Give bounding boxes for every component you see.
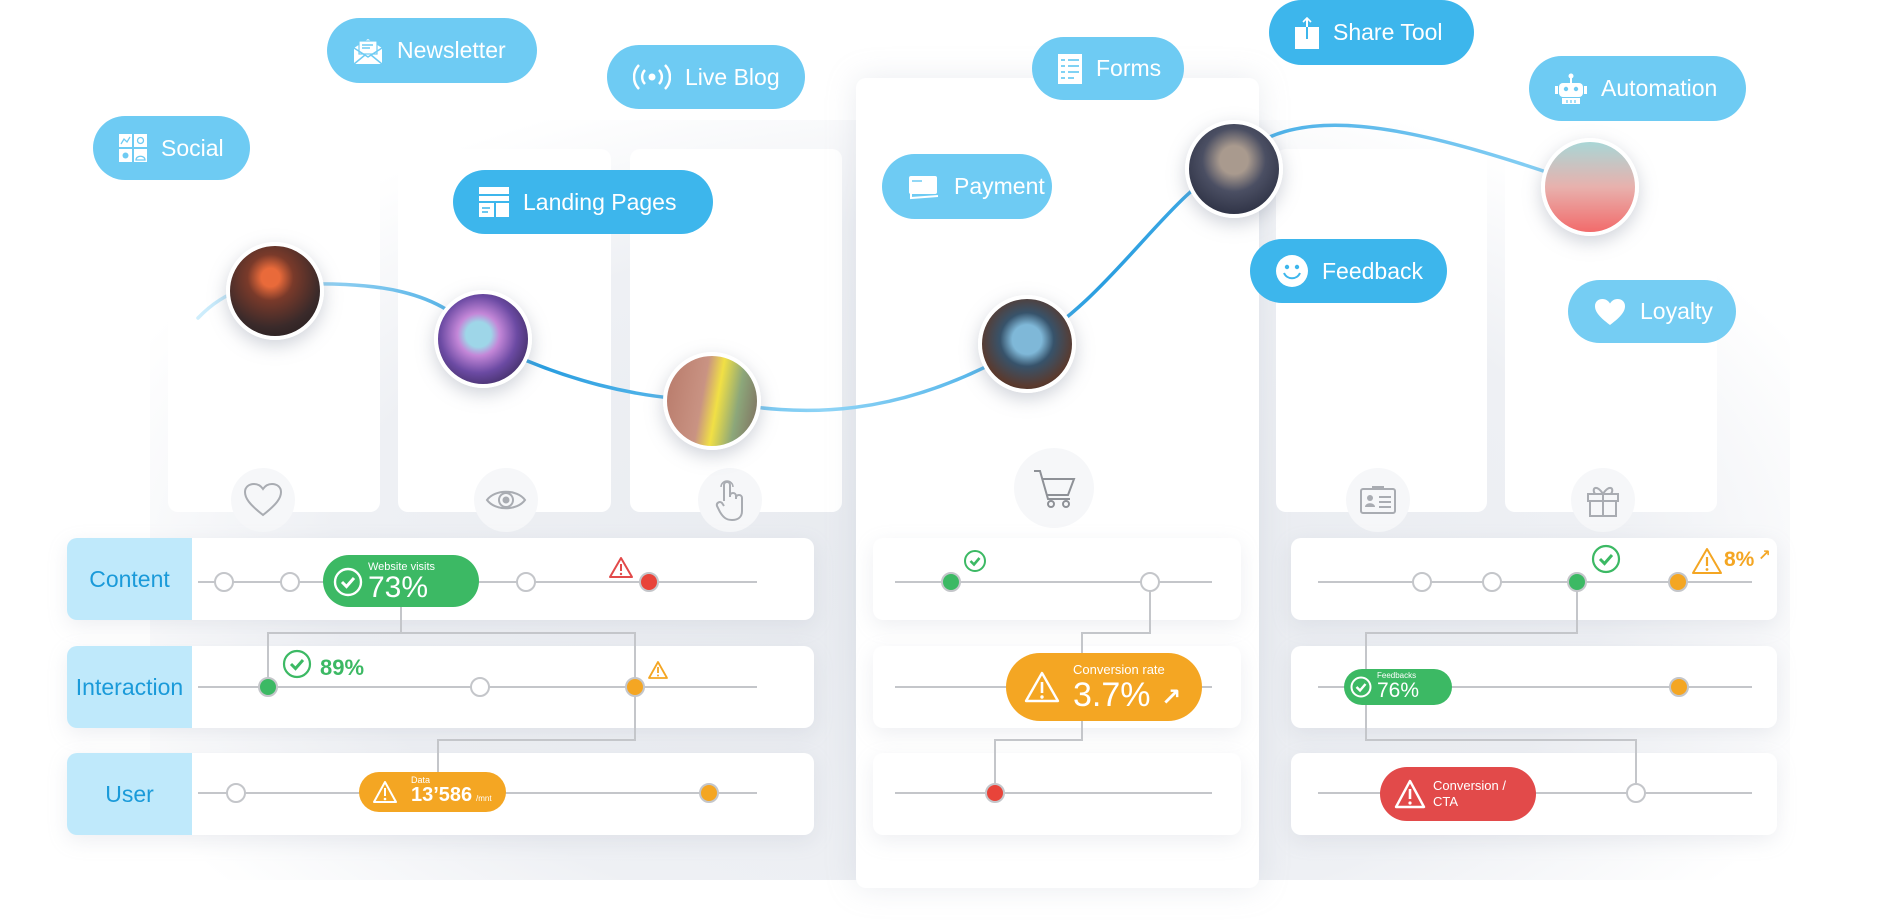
check-circle-icon [1591,544,1621,574]
node-empty[interactable] [1626,783,1646,803]
node-error[interactable] [639,572,659,592]
badge-unit: /mnt [476,794,492,803]
connector-right-content-to-feedbacks [1365,582,1578,670]
badge-value: 73% [368,571,429,604]
metric-timelines [198,544,1752,803]
node-empty[interactable] [226,783,246,803]
badge-label: Conversion rate [1073,662,1165,677]
node-success[interactable] [1567,572,1587,592]
node-warning[interactable] [1668,572,1688,592]
node-warning[interactable] [699,783,719,803]
node-empty[interactable] [516,572,536,592]
metric-interaction-rate: 89% [320,655,365,680]
node-warning[interactable] [625,677,645,697]
warning-icon [1692,548,1722,574]
badge-feedbacks[interactable]: Feedbacks 76% [1344,669,1452,705]
warning-icon [373,781,397,803]
node-empty[interactable] [1412,572,1432,592]
badge-conversion-rate[interactable]: Conversion rate 3.7% ↗ [1006,653,1202,721]
badge-website-visits[interactable]: Website visits 73% [323,555,479,607]
node-warning[interactable] [1669,677,1689,697]
trend-up-arrow: ↗ [1161,684,1182,711]
badge-data[interactable]: Data 13’586 /mnt [359,772,506,812]
warning-icon [1394,779,1426,809]
badge-label-line2: CTA [1433,794,1459,809]
metric-right-content: 8% [1724,548,1755,571]
badge-value: 13’586 [411,784,473,806]
connector-conversion-to-user [994,718,1083,793]
badge-label-line1: Conversion / [1433,778,1506,793]
node-empty[interactable] [1140,572,1160,592]
check-circle-icon [1350,676,1372,698]
connector-interaction-to-user [437,687,636,772]
warning-icon [648,661,668,679]
node-success[interactable] [941,572,961,592]
node-empty[interactable] [1482,572,1502,592]
badge-value: 3.7% [1073,676,1151,714]
warning-icon [1024,671,1060,703]
trend-up-arrow: ↗ [1758,547,1771,564]
node-empty[interactable] [214,572,234,592]
check-circle-icon [964,550,986,572]
node-empty[interactable] [470,677,490,697]
node-error[interactable] [985,783,1005,803]
check-circle-icon [333,567,363,597]
badge-conversion-cta[interactable]: Conversion / CTA [1380,767,1536,821]
node-success[interactable] [258,677,278,697]
connector-mid-content-to-conversion [1081,582,1151,660]
warning-icon [609,557,633,578]
badge-value: 76% [1377,679,1420,702]
node-empty[interactable] [280,572,300,592]
check-circle-icon [282,649,312,679]
